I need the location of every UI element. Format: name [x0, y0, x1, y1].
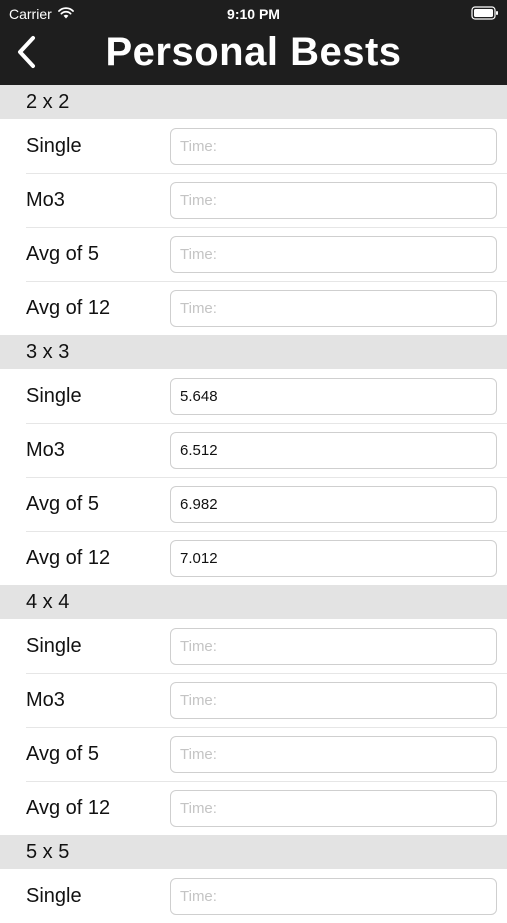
row-2x2-mo3: Mo3	[0, 173, 507, 227]
row-3x3-single: Single	[0, 369, 507, 423]
time-input-4x4-avg12[interactable]	[170, 789, 497, 827]
time-input-3x3-single[interactable]	[170, 377, 497, 415]
row-label: Avg of 5	[26, 742, 100, 765]
time-input-2x2-avg12[interactable]	[170, 289, 497, 327]
time-input-3x3-mo3[interactable]	[170, 431, 497, 469]
row-2x2-single: Single	[0, 119, 507, 173]
row-4x4-mo3: Mo3	[0, 673, 507, 727]
row-label: Avg of 12	[26, 296, 111, 319]
time-input-2x2-avg5[interactable]	[170, 235, 497, 273]
navigation-header: Carrier 9:10 PM Personal Bests	[0, 0, 507, 85]
row-label: Single	[26, 884, 82, 907]
section-header-4x4: 4 x 4	[0, 585, 507, 619]
row-label: Single	[26, 384, 82, 407]
row-label: Mo3	[26, 188, 65, 211]
row-4x4-avg5: Avg of 5	[0, 727, 507, 781]
row-5x5-single: Single	[0, 869, 507, 923]
battery-icon	[471, 6, 499, 20]
time-input-3x3-avg5[interactable]	[170, 485, 497, 523]
row-2x2-avg5: Avg of 5	[0, 227, 507, 281]
row-label: Avg of 5	[26, 492, 100, 515]
page-title: Personal Bests	[105, 30, 402, 74]
row-label: Single	[26, 134, 82, 157]
row-label: Avg of 5	[26, 242, 100, 265]
status-bar: Carrier 9:10 PM	[0, 0, 507, 28]
time-input-4x4-mo3[interactable]	[170, 681, 497, 719]
row-3x3-avg5: Avg of 5	[0, 477, 507, 531]
row-label: Avg of 12	[26, 546, 111, 569]
row-label: Mo3	[26, 438, 65, 461]
row-4x4-single: Single	[0, 619, 507, 673]
personal-bests-list[interactable]: 2 x 2 Single Mo3 Avg of 5 Avg of 12 3 x …	[0, 85, 507, 923]
row-label: Single	[26, 634, 82, 657]
row-label: Mo3	[26, 688, 65, 711]
row-2x2-avg12: Avg of 12	[0, 281, 507, 335]
status-time: 9:10 PM	[227, 6, 280, 22]
section-header-3x3: 3 x 3	[0, 335, 507, 369]
section-header-5x5: 5 x 5	[0, 835, 507, 869]
row-4x4-avg12: Avg of 12	[0, 781, 507, 835]
time-input-3x3-avg12[interactable]	[170, 539, 497, 577]
time-input-4x4-single[interactable]	[170, 627, 497, 665]
row-3x3-mo3: Mo3	[0, 423, 507, 477]
time-input-2x2-mo3[interactable]	[170, 181, 497, 219]
row-label: Avg of 12	[26, 796, 111, 819]
section-header-2x2: 2 x 2	[0, 85, 507, 119]
time-input-5x5-single[interactable]	[170, 877, 497, 915]
time-input-4x4-avg5[interactable]	[170, 735, 497, 773]
time-input-2x2-single[interactable]	[170, 127, 497, 165]
row-3x3-avg12: Avg of 12	[0, 531, 507, 585]
